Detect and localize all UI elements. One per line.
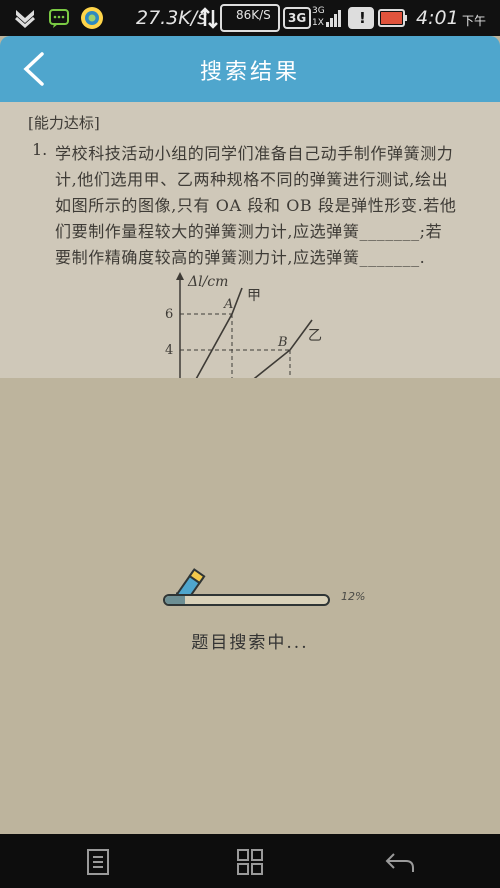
chat-icon [49, 9, 69, 28]
question-line-3: 如图所示的图像,只有 OA 段和 OB 段是弹性形变.若他 [55, 196, 457, 215]
question-photo: [能力达标] 1. 学校科技活动小组的同学们准备自己动手制作弹簧测力 计,他们选… [0, 102, 500, 378]
network-type: 3G [288, 11, 307, 25]
network-sim: 1X [312, 18, 324, 28]
graph-y-label: Δl/cm [187, 274, 228, 290]
graph-label-jia: 甲 [247, 288, 261, 304]
battery-icon [378, 9, 407, 27]
question-line-5: 要制作精确度较高的弹簧测力计,应选弹簧_______. [55, 248, 426, 267]
search-progress-bar [163, 594, 330, 606]
section-tag: [能力达标] [28, 114, 100, 132]
question-line-1: 学校科技活动小组的同学们准备自己动手制作弹簧测力 [55, 144, 454, 163]
graph-tick-6: 6 [165, 307, 173, 322]
home-icon[interactable] [234, 846, 266, 878]
graph-point-b: B [277, 335, 288, 350]
question-graph: Δl/cm 6 4 A B 甲 乙 [165, 272, 322, 378]
graph-y-arrow [176, 272, 184, 280]
graph-tick-4: 4 [165, 343, 173, 358]
graph-label-yi: 乙 [308, 328, 322, 344]
graph-line-yi [253, 319, 313, 378]
clock-ampm: 下午 [462, 14, 487, 28]
app-logo-icon [81, 7, 103, 29]
question-line-2: 计,他们选用甲、乙两种规格不同的弹簧进行测试,绘出 [55, 170, 449, 189]
system-nav-bar [0, 834, 500, 888]
speed-badge-text: 86K/S [236, 8, 271, 22]
question-number: 1. [32, 140, 48, 159]
loading-message: 题目搜索中... [191, 633, 309, 653]
page-title: 搜索结果 [199, 60, 300, 85]
network-speed: 27.3K/s [136, 7, 208, 29]
status-bar: 27.3K/s 86K/S 3G 3G 1X ! 4:01 下午 [0, 0, 500, 36]
clock-time: 4:01 [416, 7, 459, 29]
progress-percent: 12% [341, 590, 366, 603]
search-progress-fill [165, 596, 185, 604]
app-header: 搜索结果 [0, 36, 500, 102]
menu-icon[interactable] [82, 846, 114, 878]
notification-chevron-icon [15, 10, 35, 29]
graph-point-a: A [223, 297, 233, 312]
alert-icon: ! [348, 7, 374, 29]
speed-badge: 86K/S [220, 4, 280, 32]
signal-icon [326, 10, 341, 27]
back-icon[interactable] [384, 846, 416, 878]
question-line-4: 们要制作量程较大的弹簧测力计,应选弹簧_______;若 [55, 222, 443, 241]
network-small: 3G [312, 6, 325, 16]
network-badge: 3G [283, 7, 311, 29]
data-transfer-icon [200, 7, 218, 29]
graph-line-jia [195, 287, 243, 378]
